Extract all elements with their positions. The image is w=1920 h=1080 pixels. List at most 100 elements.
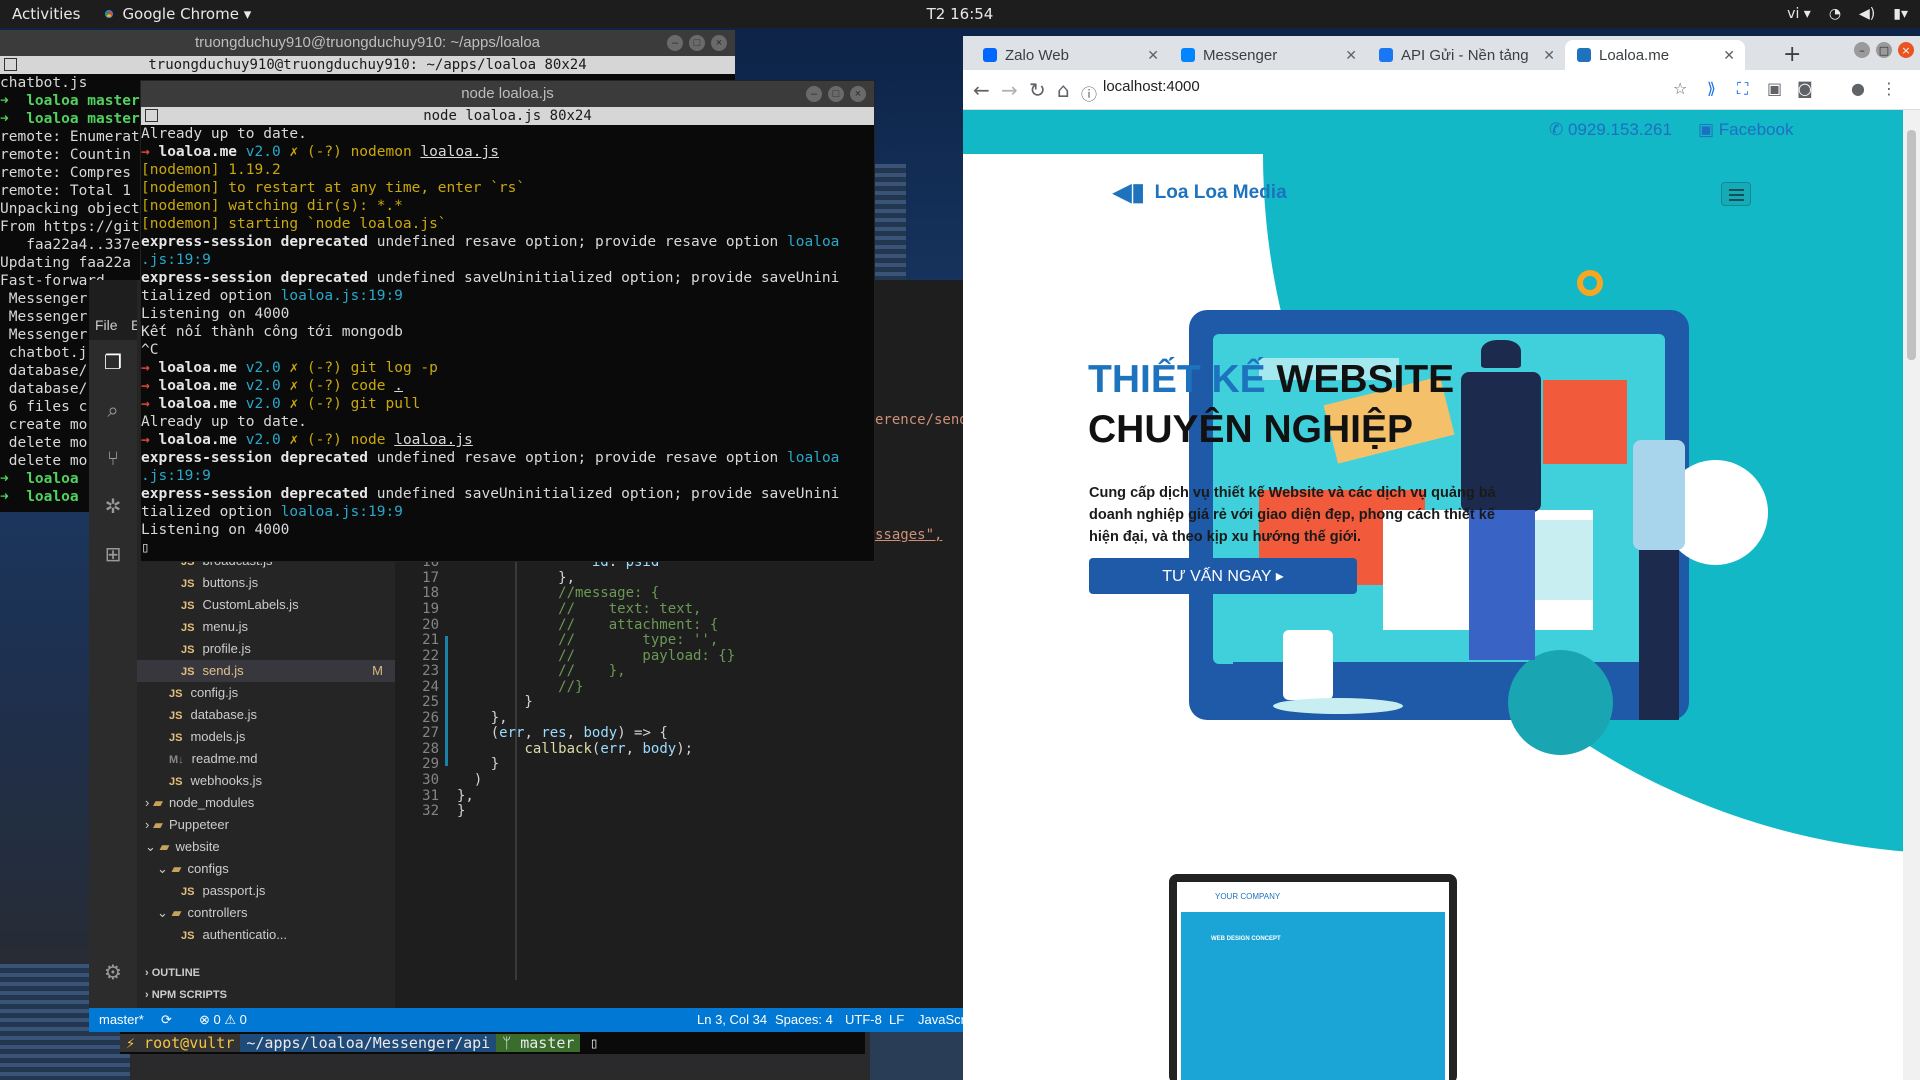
js-file-icon: JS (181, 886, 195, 898)
info-icon[interactable]: ⓘ (1081, 81, 1097, 105)
file-item[interactable]: JS config.js (137, 682, 395, 704)
file-name: CustomLabels.js (202, 597, 299, 612)
file-item[interactable]: JS passport.js (137, 880, 395, 902)
folder-item[interactable]: ⌄ ▰ website (137, 836, 395, 858)
browser-tab[interactable]: Loaloa.me ✕ (1565, 40, 1745, 70)
avatar[interactable]: ● (1851, 79, 1865, 98)
system-tray[interactable]: vi ▾ ◔ ◀) ▮▾ (1787, 6, 1908, 22)
camera-icon[interactable]: ◙ (1797, 79, 1813, 98)
file-item[interactable]: JS database.js (137, 704, 395, 726)
chevron-icon: › (145, 795, 153, 810)
tab-close-icon[interactable]: ✕ (1543, 47, 1555, 64)
file-item[interactable]: JS profile.js (137, 638, 395, 660)
file-item[interactable]: JS menu.js (137, 616, 395, 638)
browser-tab[interactable]: Zalo Web ✕ (971, 40, 1169, 70)
menu-dots-icon[interactable]: ⋮ (1881, 79, 1897, 98)
tab-close-icon[interactable]: ✕ (1723, 47, 1735, 64)
bookmark-star-icon[interactable]: ☆ (1673, 79, 1687, 98)
hero-headline-line1: THIẾT KẾ WEBSITE (1088, 358, 1454, 402)
tab-favicon-icon (1379, 48, 1393, 62)
file-item[interactable]: JS models.js (137, 726, 395, 748)
outline-section[interactable]: › OUTLINE (137, 962, 395, 984)
source-control-icon[interactable]: ⑂ (101, 446, 125, 470)
phone-link[interactable]: ✆ 0929.153.261 (1549, 120, 1672, 140)
js-file-icon: JS (169, 776, 183, 788)
forward-arrow-icon[interactable]: → (1001, 78, 1018, 102)
file-item[interactable]: JS send.js M (137, 660, 395, 682)
maximize-icon[interactable]: □ (828, 86, 844, 102)
menu-file[interactable]: File (95, 317, 118, 333)
terminal-line: Already up to date. (141, 126, 307, 142)
terminal-front-titlebar[interactable]: node loaloa.js – □ × (141, 81, 874, 107)
search-icon[interactable]: ⌕ (101, 398, 125, 422)
address-bar[interactable]: localhost:4000 (1103, 78, 1200, 95)
file-name: website (175, 839, 220, 854)
terminal-line: → loaloa.me v2.0 ✗ (-?) git log -p (141, 360, 438, 376)
indent-status[interactable]: Spaces: 4 (775, 1012, 833, 1027)
home-icon[interactable]: ⌂ (1057, 78, 1070, 102)
eol-status[interactable]: LF (889, 1012, 904, 1027)
tab-close-icon[interactable]: ✕ (1147, 47, 1159, 64)
file-item[interactable]: JS buttons.js (137, 572, 395, 594)
folder-item[interactable]: › ▰ node_modules (137, 792, 395, 814)
back-arrow-icon[interactable]: ← (973, 78, 990, 102)
browser-tab[interactable]: API Gửi - Nền tảng ✕ (1367, 40, 1565, 70)
folder-item[interactable]: ⌄ ▰ configs (137, 858, 395, 880)
maximize-icon[interactable]: □ (1876, 42, 1892, 58)
close-icon[interactable]: × (850, 86, 866, 102)
reload-icon[interactable]: ↻ (1029, 78, 1046, 102)
consult-now-button[interactable]: TƯ VẤN NGAY ▸ (1089, 558, 1357, 594)
hero-description: Cung cấp dịch vụ thiết kế Website và các… (1089, 485, 1496, 545)
new-tab-button[interactable]: + (1783, 42, 1801, 67)
scrollbar-thumb[interactable] (1907, 130, 1916, 360)
debug-icon[interactable]: ✲ (101, 494, 125, 518)
site-logo[interactable]: ◀▮ Loa Loa Media (1113, 178, 1287, 207)
file-item[interactable]: JS authenticatio... (137, 924, 395, 946)
npm-scripts-section[interactable]: › NPM SCRIPTS (137, 984, 395, 1006)
browser-tab[interactable]: Messenger ✕ (1169, 40, 1367, 70)
cursor-position[interactable]: Ln 3, Col 34 (697, 1012, 767, 1027)
language-indicator[interactable]: vi ▾ (1787, 6, 1811, 22)
activities-button[interactable]: Activities (12, 5, 80, 23)
clock[interactable]: T2 16:54 (927, 5, 994, 23)
language-status[interactable]: JavaScri (918, 1012, 968, 1027)
minimize-icon[interactable]: – (667, 35, 683, 51)
page-scrollbar[interactable] (1903, 110, 1920, 1080)
terminal-line: express-session deprecated undefined sav… (141, 486, 840, 502)
app-menu[interactable]: Google Chrome ▾ (102, 5, 251, 23)
file-item[interactable]: M↓ readme.md (137, 748, 395, 770)
file-name: Puppeteer (168, 817, 229, 832)
phone-number: 0929.153.261 (1567, 120, 1672, 139)
terminal-back-titlebar[interactable]: truongduchuy910@truongduchuy910: ~/apps/… (0, 30, 735, 56)
settings-gear-icon[interactable]: ⚙ (101, 960, 125, 984)
folder-item[interactable]: › ▰ Puppeteer (137, 814, 395, 836)
file-item[interactable]: JS CustomLabels.js (137, 594, 395, 616)
facebook-link[interactable]: ▣ Facebook (1698, 120, 1793, 140)
chrome-window[interactable]: Zalo Web ✕ Messenger ✕ API Gửi - Nền tảng ✕ Lo… (963, 36, 1920, 1080)
translate-icon[interactable]: ⛶ (1737, 79, 1748, 99)
tab-close-icon[interactable]: ✕ (1345, 47, 1357, 64)
git-branch-status[interactable]: master* (99, 1012, 144, 1027)
editor-peek-2: ssages", (875, 527, 943, 543)
problems-status[interactable]: ⊗ 0 ⚠ 0 (199, 1012, 247, 1028)
facebook-extension-icon[interactable]: ▣ (1767, 79, 1782, 98)
sync-icon[interactable]: ⟳ (161, 1012, 172, 1028)
encoding-status[interactable]: UTF-8 (845, 1012, 882, 1027)
hamburger-menu-button[interactable] (1721, 182, 1751, 206)
maximize-icon[interactable]: □ (689, 35, 705, 51)
terminal-window-front[interactable]: node loaloa.js – □ × node loaloa.js 80x24 … (140, 80, 875, 562)
extensions-icon[interactable]: ⊞ (101, 542, 125, 566)
website-viewport[interactable]: ✆ 0929.153.261 ▣ Facebook ◀▮ Loa Loa Med… (963, 110, 1903, 1080)
minimize-icon[interactable]: – (1854, 42, 1870, 58)
close-icon[interactable]: × (711, 35, 727, 51)
explorer-icon[interactable]: ❐ (101, 350, 125, 374)
vscode-statusbar: master* ⟳ ⊗ 0 ⚠ 0 Ln 3, Col 34 Spaces: 4… (89, 1008, 968, 1032)
minimize-icon[interactable]: – (806, 86, 822, 102)
close-icon[interactable]: × (1898, 42, 1914, 58)
terminal-front-tab-label: node loaloa.js 80x24 (423, 108, 592, 124)
file-item[interactable]: JS webhooks.js (137, 770, 395, 792)
js-file-icon: JS (181, 622, 195, 634)
headline-accent: THIẾT KẾ (1088, 358, 1266, 401)
extension-icon[interactable]: ⟫ (1707, 79, 1716, 98)
folder-item[interactable]: ⌄ ▰ controllers (137, 902, 395, 924)
